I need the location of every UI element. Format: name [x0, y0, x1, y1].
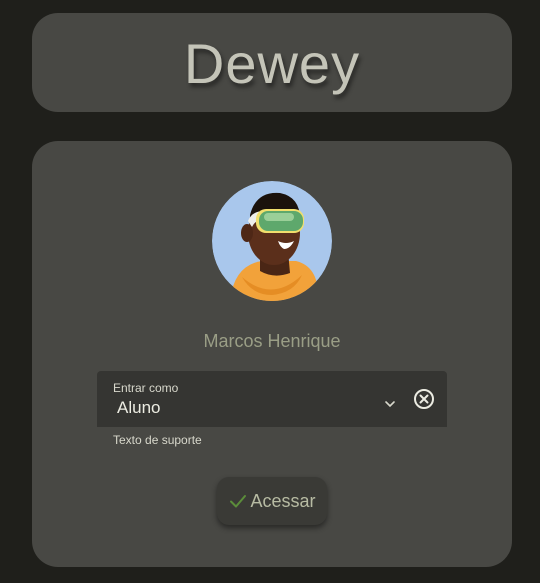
app-title: Dewey — [183, 32, 361, 95]
login-page: Dewey Marcos Henrique Entrar como Aluno … — [0, 0, 540, 583]
access-button[interactable]: Acessar — [217, 477, 327, 525]
access-button-label: Acessar — [250, 490, 316, 511]
role-select-label: Entrar como — [113, 381, 179, 395]
role-select[interactable]: Entrar como Aluno — [97, 371, 447, 427]
title-card: Dewey — [32, 13, 512, 112]
avatar — [212, 181, 332, 301]
support-text: Texto de suporte — [113, 433, 202, 447]
chevron-down-icon[interactable] — [383, 397, 397, 411]
login-card: Marcos Henrique Entrar como Aluno Texto … — [32, 141, 512, 567]
check-icon — [228, 491, 248, 511]
clear-selection-icon[interactable] — [413, 388, 435, 410]
user-name: Marcos Henrique — [203, 331, 341, 351]
role-select-value: Aluno — [117, 398, 161, 417]
